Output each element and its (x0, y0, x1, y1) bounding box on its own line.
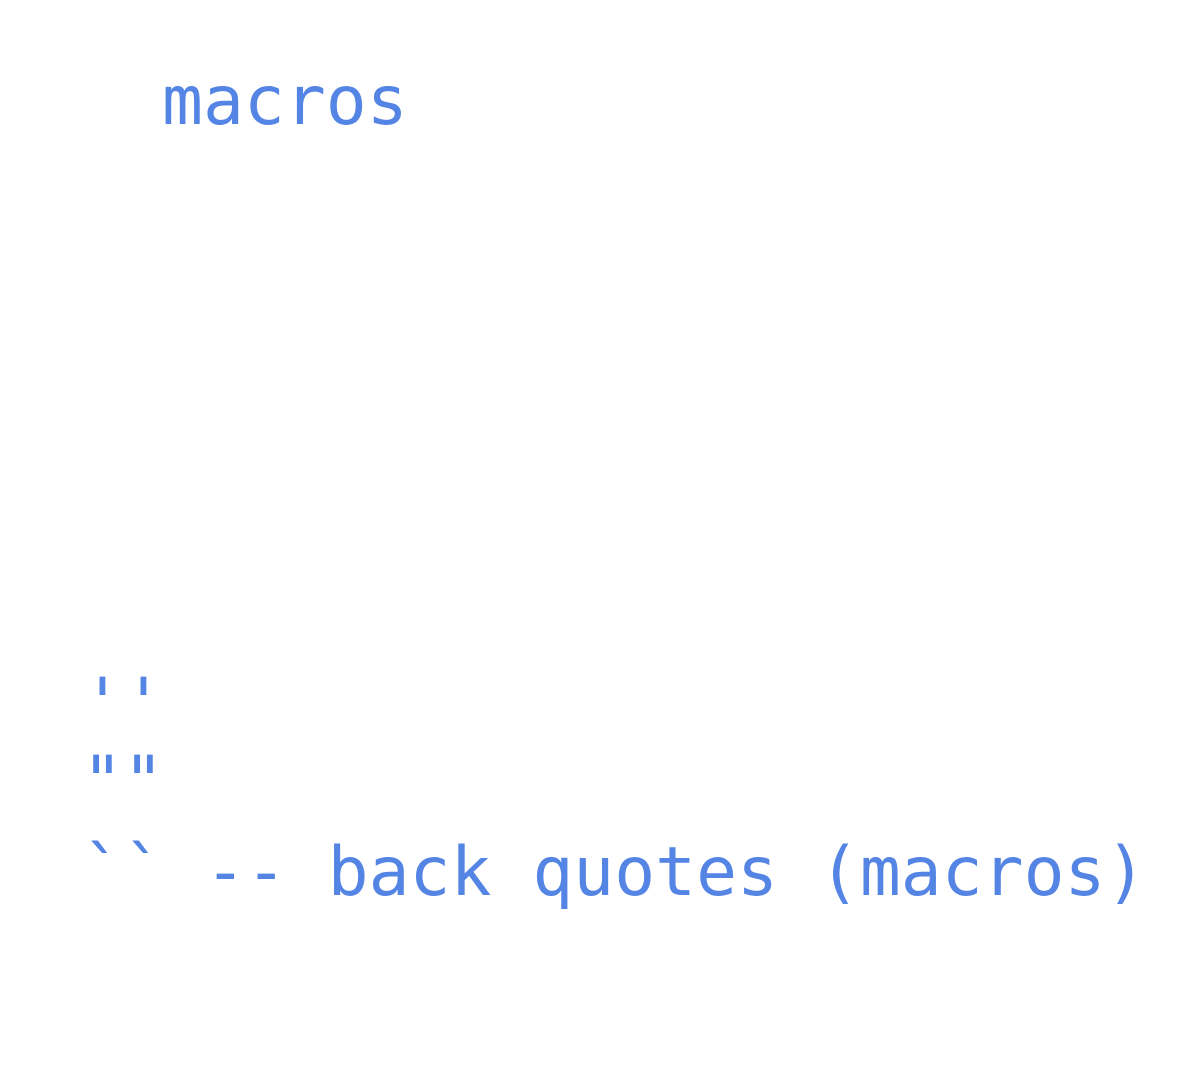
code-line-single-quotes: '' (82, 664, 164, 743)
code-line-macros: macros (162, 62, 408, 141)
code-line-double-quotes: "" (82, 742, 164, 821)
code-line-back-quotes: `` -- back quotes (macros) (82, 833, 1147, 912)
